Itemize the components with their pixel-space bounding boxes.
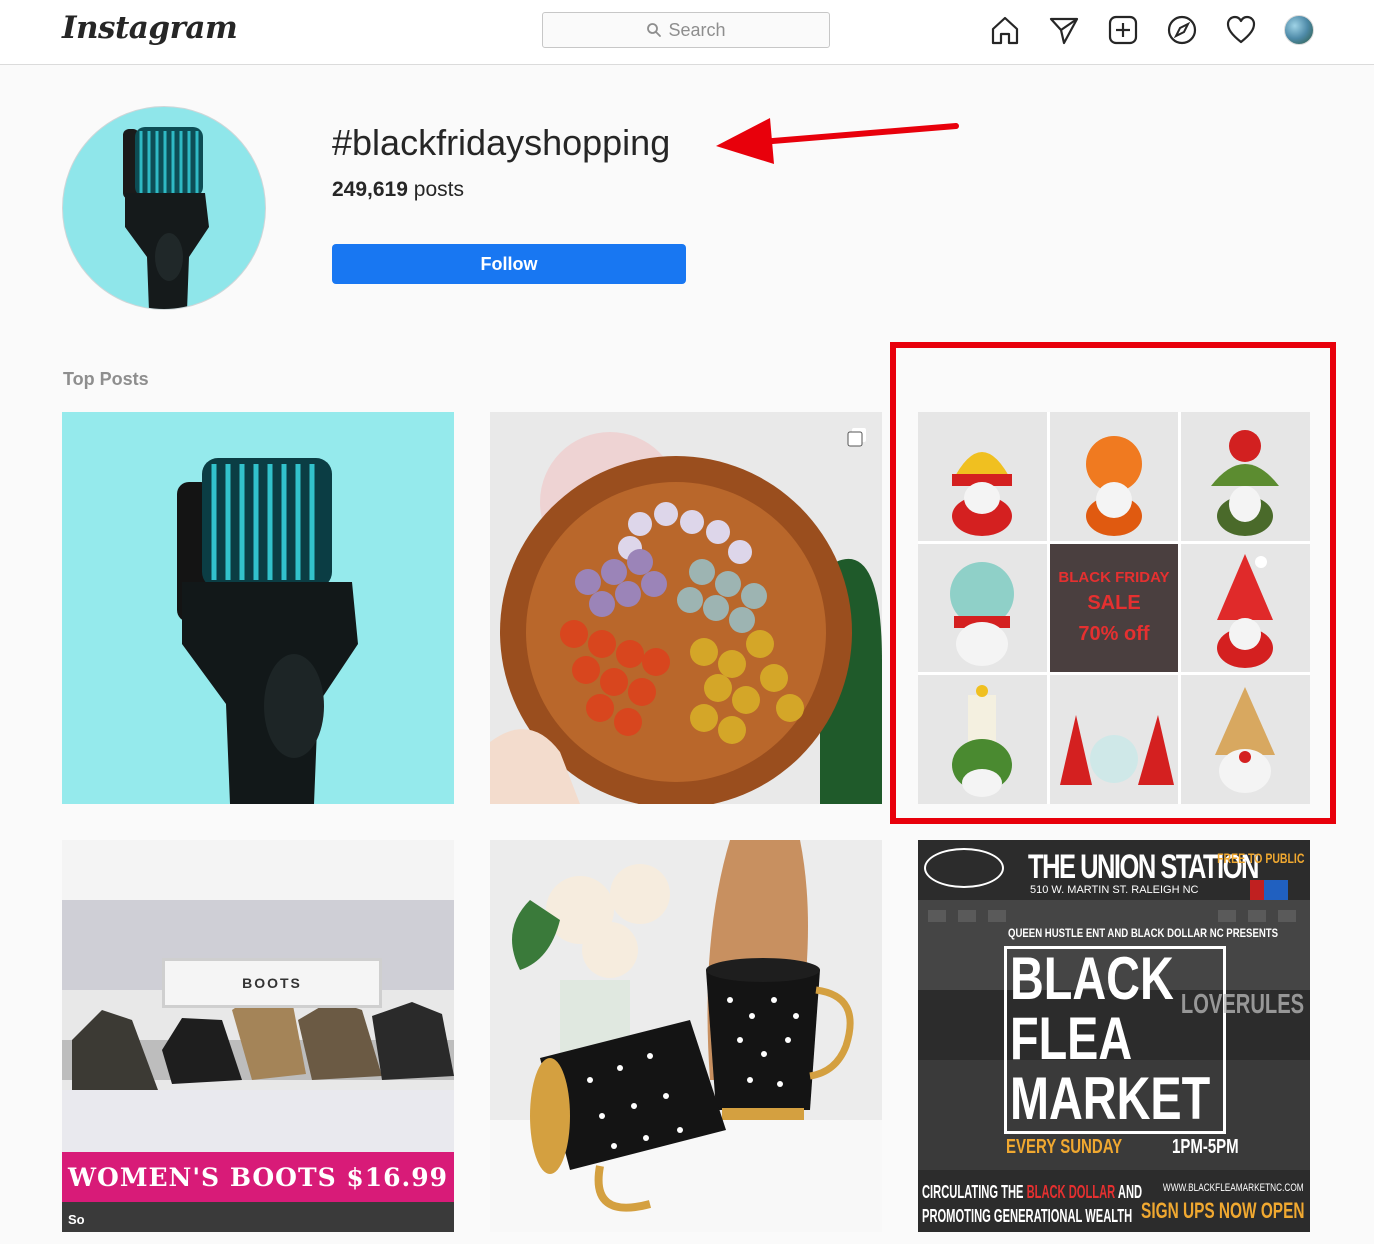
post-derma-roller[interactable] [62,412,454,804]
headline-line-3: MARKET [1010,1065,1211,1132]
schedule-time: 1PM-5PM [1172,1136,1239,1158]
activity-heart-icon[interactable] [1225,14,1257,46]
boots-price-banner: WOMEN'S BOOTS $16.99 [62,1152,454,1202]
boots-corner-text: So [68,1212,85,1227]
instagram-logo[interactable]: Instagram [62,10,238,46]
tagline: CIRCULATING THE BLACK DOLLAR AND PROMOTI… [922,1180,1142,1228]
annotation-highlight-box [890,342,1336,824]
derma-roller-image [123,127,209,309]
post-black-flea-market[interactable]: THE UNION STATION 510 W. MARTIN ST. RALE… [918,840,1310,1232]
search-input[interactable]: Search [542,12,830,48]
boots-shelf-sign: BOOTS [162,958,382,1008]
black-flea-market-logo [924,848,1004,888]
tagline-highlight: BLACK DOLLAR [1026,1182,1116,1202]
search-icon [647,23,662,37]
website-url: WWW.BLACKFLEAMARKETNC.COM [1163,1182,1304,1194]
venue-address: 510 W. MARTIN ST. RALEIGH NC [1030,884,1199,896]
post-count-suffix: posts [413,178,464,201]
derma-roller-photo [177,458,358,804]
headline-line-1: BLACK [1010,945,1174,1012]
top-navigation-bar: Instagram Search [0,0,1374,65]
annotation-arrow [716,118,959,164]
tagline-line-2: PROMOTING GENERATIONAL WEALTH [922,1206,1133,1226]
explore-icon[interactable] [1166,14,1198,46]
boots-price-text: WOMEN'S BOOTS $16.99 [67,1162,449,1192]
post-womens-boots[interactable]: BOOTS WOMEN'S BOOTS $16.99 So [62,840,454,1232]
post-count: 249,619 posts [332,178,464,202]
follow-button[interactable]: Follow [332,244,686,284]
carousel-icon [847,428,866,447]
profile-avatar[interactable] [1284,15,1314,45]
signups-text: SIGN UPS NOW OPEN [1140,1198,1304,1223]
home-icon[interactable] [989,14,1021,46]
post-polka-dot-mugs[interactable] [490,840,882,1232]
new-post-icon[interactable] [1107,14,1139,46]
post-count-number: 249,619 [332,178,408,201]
post-crystal-mushrooms[interactable] [490,412,882,804]
search-placeholder: Search [668,19,726,40]
hashtag-avatar [62,106,266,310]
nav-icons [989,14,1314,46]
boots-sign-text: BOOTS [242,975,302,991]
presents-text: QUEEN HUSTLE ENT AND BLACK DOLLAR NC PRE… [1008,926,1279,940]
background-sign-text: LOVERULES [1180,988,1304,1019]
tagline-part-1: CIRCULATING THE [922,1182,1027,1202]
free-to-public-text: FREE TO PUBLIC [1216,850,1304,866]
direct-message-icon[interactable] [1048,14,1080,46]
headline-line-2: FLEA [1010,1005,1133,1072]
top-posts-heading: Top Posts [63,369,149,389]
tagline-part-2: AND [1115,1182,1143,1202]
crystal-bowl-photo [490,412,882,804]
schedule-day: EVERY SUNDAY [1006,1136,1123,1158]
mugs-photo [490,840,882,1232]
hashtag-title: #blackfridayshopping [332,122,671,163]
